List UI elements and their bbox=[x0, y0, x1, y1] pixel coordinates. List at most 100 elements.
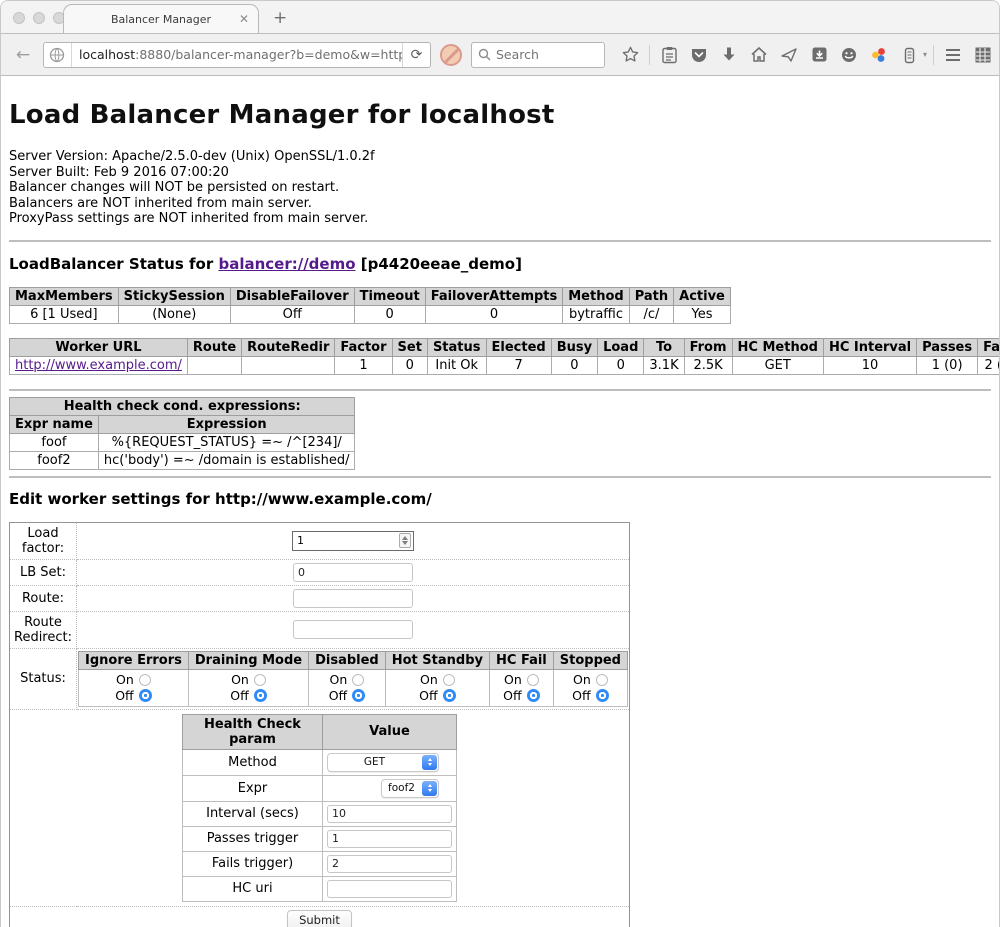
server-info: Server Version: Apache/2.5.0-dev (Unix) … bbox=[9, 149, 991, 227]
reload-icon[interactable]: ⟳ bbox=[402, 43, 430, 67]
method-select[interactable]: GET bbox=[327, 753, 439, 772]
submit-button[interactable]: Submit bbox=[287, 910, 352, 927]
window-controls[interactable] bbox=[13, 12, 65, 24]
send-plane-icon[interactable] bbox=[776, 42, 802, 68]
worker-url-link[interactable]: http://www.example.com/ bbox=[15, 358, 182, 373]
panel-download-icon[interactable] bbox=[806, 42, 832, 68]
health-check-table: Health Check param Value Method GET bbox=[182, 714, 457, 902]
table-header-row: Worker URL Route RouteRedir Factor Set S… bbox=[10, 338, 1000, 356]
home-icon[interactable] bbox=[746, 42, 772, 68]
section-divider bbox=[9, 476, 991, 478]
back-button[interactable]: ← bbox=[9, 41, 37, 69]
lb-set-label: LB Set: bbox=[10, 559, 77, 585]
navigation-toolbar: ← localhost:8880/balancer-manager?b=demo… bbox=[1, 34, 999, 76]
table-title-row: Health check cond. expressions: bbox=[10, 397, 355, 415]
hc-fail-on-radio[interactable] bbox=[527, 674, 539, 686]
expr-select[interactable]: foof2 bbox=[381, 779, 439, 798]
status-label: Status: bbox=[10, 648, 77, 709]
new-tab-button[interactable]: + bbox=[273, 8, 287, 28]
draining-mode-cell: On Off bbox=[188, 669, 308, 706]
stopped-off-radio[interactable] bbox=[596, 689, 609, 702]
lb-set-row: LB Set: bbox=[10, 559, 630, 585]
hot-standby-cell: On Off bbox=[385, 669, 489, 706]
hc-fail-cell: On Off bbox=[490, 669, 554, 706]
lb-set-input[interactable] bbox=[293, 563, 413, 582]
load-factor-input[interactable] bbox=[293, 534, 399, 547]
hot-standby-off-radio[interactable] bbox=[443, 689, 456, 702]
chevron-down-icon[interactable]: ▾ bbox=[923, 50, 927, 59]
number-stepper-icon[interactable] bbox=[399, 533, 411, 548]
grid-tiles-icon[interactable] bbox=[970, 42, 996, 68]
balancer-status-heading: LoadBalancer Status for balancer://demo … bbox=[9, 255, 991, 273]
toolbar-separator bbox=[933, 45, 934, 65]
fails-input[interactable] bbox=[327, 855, 452, 873]
table-header-row: Health Check param Value bbox=[183, 714, 457, 749]
method-row: Method GET bbox=[183, 749, 457, 775]
toolbar-separator bbox=[649, 45, 650, 65]
interval-label: Interval (secs) bbox=[183, 801, 323, 826]
persist-note-line: Balancer changes will NOT be persisted o… bbox=[9, 180, 991, 196]
table-row: foof %{REQUEST_STATUS} =~ /^[234]/ bbox=[10, 433, 355, 451]
toolbar-icons: ▾ bbox=[617, 42, 996, 68]
site-identity-globe-icon[interactable] bbox=[44, 43, 72, 67]
disabled-on-radio[interactable] bbox=[352, 674, 364, 686]
route-input[interactable] bbox=[293, 589, 413, 608]
ignore-errors-off-radio[interactable] bbox=[139, 689, 152, 702]
tab-close-icon[interactable]: ✕ bbox=[239, 12, 249, 26]
page-content: Load Balancer Manager for localhost Serv… bbox=[1, 76, 999, 927]
url-bar[interactable]: localhost:8880/balancer-manager?b=demo&w… bbox=[43, 42, 431, 68]
color-dots-icon[interactable] bbox=[866, 42, 892, 68]
disabled-cell: On Off bbox=[309, 669, 386, 706]
status-row: Status: Ignore Errors Draining Mode Disa… bbox=[10, 648, 630, 709]
interval-input[interactable] bbox=[327, 805, 452, 823]
select-stepper-icon bbox=[422, 755, 437, 770]
blocked-content-icon[interactable] bbox=[440, 44, 462, 66]
draining-mode-on-radio[interactable] bbox=[254, 674, 266, 686]
hc-uri-row: HC uri bbox=[183, 876, 457, 901]
edit-worker-heading: Edit worker settings for http://www.exam… bbox=[9, 490, 991, 508]
tab-balancer-manager[interactable]: Balancer Manager ✕ bbox=[63, 4, 259, 33]
clipboard-icon[interactable] bbox=[656, 42, 682, 68]
table-row: 6 [1 Used] (None) Off 0 0 bytraffic /c/ … bbox=[10, 305, 731, 323]
page-title: Load Balancer Manager for localhost bbox=[9, 76, 991, 136]
inherit-note-line: Balancers are NOT inherited from main se… bbox=[9, 196, 991, 212]
stopped-cell: On Off bbox=[553, 669, 627, 706]
interval-row: Interval (secs) bbox=[183, 801, 457, 826]
proxypass-note-line: ProxyPass settings are NOT inherited fro… bbox=[9, 211, 991, 227]
tab-title: Balancer Manager bbox=[111, 13, 211, 26]
section-divider bbox=[9, 240, 991, 242]
hc-fail-off-radio[interactable] bbox=[527, 689, 540, 702]
pocket-icon[interactable] bbox=[686, 42, 712, 68]
draining-mode-off-radio[interactable] bbox=[254, 689, 267, 702]
balancer-demo-link[interactable]: balancer://demo bbox=[218, 255, 355, 273]
table-header-row: MaxMembers StickySession DisableFailover… bbox=[10, 287, 731, 305]
search-bar[interactable] bbox=[471, 42, 605, 68]
load-factor-label: Load factor: bbox=[10, 522, 77, 559]
search-input[interactable] bbox=[496, 47, 591, 62]
hc-uri-input[interactable] bbox=[327, 880, 452, 898]
hot-standby-on-radio[interactable] bbox=[443, 674, 455, 686]
bookmark-star-icon[interactable] bbox=[617, 42, 643, 68]
stopped-on-radio[interactable] bbox=[596, 674, 608, 686]
table-header-row: Expr name Expression bbox=[10, 415, 355, 433]
worker-status-table: Worker URL Route RouteRedir Factor Set S… bbox=[9, 338, 1000, 375]
ignore-errors-on-radio[interactable] bbox=[139, 674, 151, 686]
server-version-line: Server Version: Apache/2.5.0-dev (Unix) … bbox=[9, 149, 991, 165]
load-factor-row: Load factor: bbox=[10, 522, 630, 559]
server-built-line: Server Built: Feb 9 2016 07:00:20 bbox=[9, 165, 991, 181]
route-redirect-row: Route Redirect: bbox=[10, 611, 630, 648]
smiley-icon[interactable] bbox=[836, 42, 862, 68]
battery-icon[interactable] bbox=[896, 42, 922, 68]
disabled-off-radio[interactable] bbox=[352, 689, 365, 702]
route-row: Route: bbox=[10, 585, 630, 611]
route-redirect-label: Route Redirect: bbox=[10, 611, 77, 648]
url-text[interactable]: localhost:8880/balancer-manager?b=demo&w… bbox=[72, 47, 402, 62]
load-factor-field[interactable] bbox=[292, 531, 414, 551]
route-redirect-input[interactable] bbox=[293, 620, 413, 639]
passes-input[interactable] bbox=[327, 830, 452, 848]
close-window-button[interactable] bbox=[13, 12, 25, 24]
downloads-arrow-icon[interactable] bbox=[716, 42, 742, 68]
minimize-window-button[interactable] bbox=[33, 12, 45, 24]
browser-window: Balancer Manager ✕ + ← localhost:8880/ba… bbox=[0, 0, 1000, 927]
hamburger-menu-icon[interactable] bbox=[940, 42, 966, 68]
